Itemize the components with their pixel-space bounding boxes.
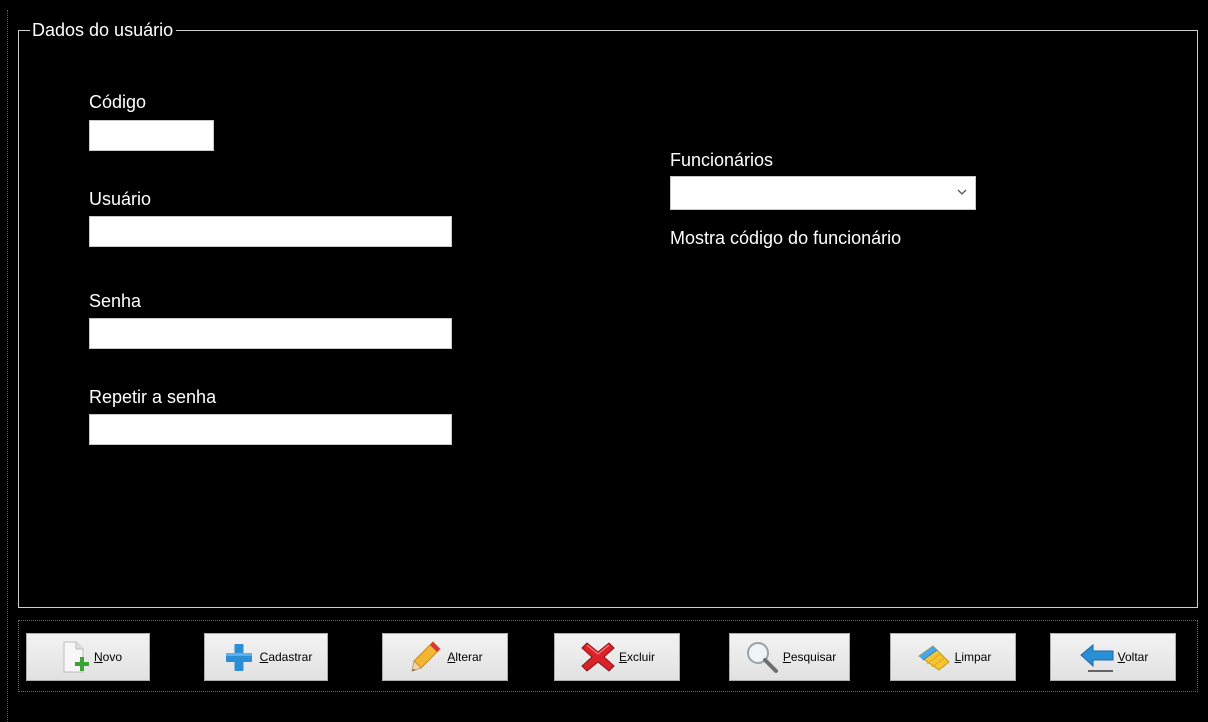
chevron-down-icon (957, 189, 967, 195)
funcionarios-label: Funcionários (670, 150, 774, 170)
plus-icon (225, 644, 252, 671)
usuario-label: Usuário (89, 189, 152, 209)
alterar-button[interactable]: Alterar (382, 633, 508, 681)
pesquisar-button[interactable]: Pesquisar (729, 633, 850, 681)
novo-button[interactable]: Novo (26, 633, 150, 681)
limpar-button[interactable]: Limpar (890, 633, 1016, 681)
senha-label: Senha (89, 291, 142, 311)
repetir-senha-field[interactable] (89, 414, 452, 445)
back-arrow-icon (1079, 643, 1114, 672)
delete-x-icon (581, 642, 615, 672)
repetir-senha-label: Repetir a senha (89, 387, 217, 407)
voltar-button[interactable]: Voltar (1050, 633, 1176, 681)
new-document-icon (63, 641, 89, 673)
senha-field[interactable] (89, 318, 452, 349)
funcionarios-combobox[interactable] (670, 176, 976, 210)
groupbox-title: Dados do usuário (30, 20, 177, 40)
codigo-label: Código (89, 92, 147, 112)
broom-icon (917, 645, 950, 671)
magnifier-icon (746, 642, 778, 673)
pencil-icon (411, 641, 442, 672)
cadastrar-button[interactable]: Cadastrar (204, 633, 328, 681)
excluir-button[interactable]: Excluir (554, 633, 680, 681)
codigo-field[interactable] (89, 120, 214, 151)
usuario-field[interactable] (89, 216, 452, 247)
funcionario-codigo-label: Mostra código do funcionário (670, 228, 902, 248)
